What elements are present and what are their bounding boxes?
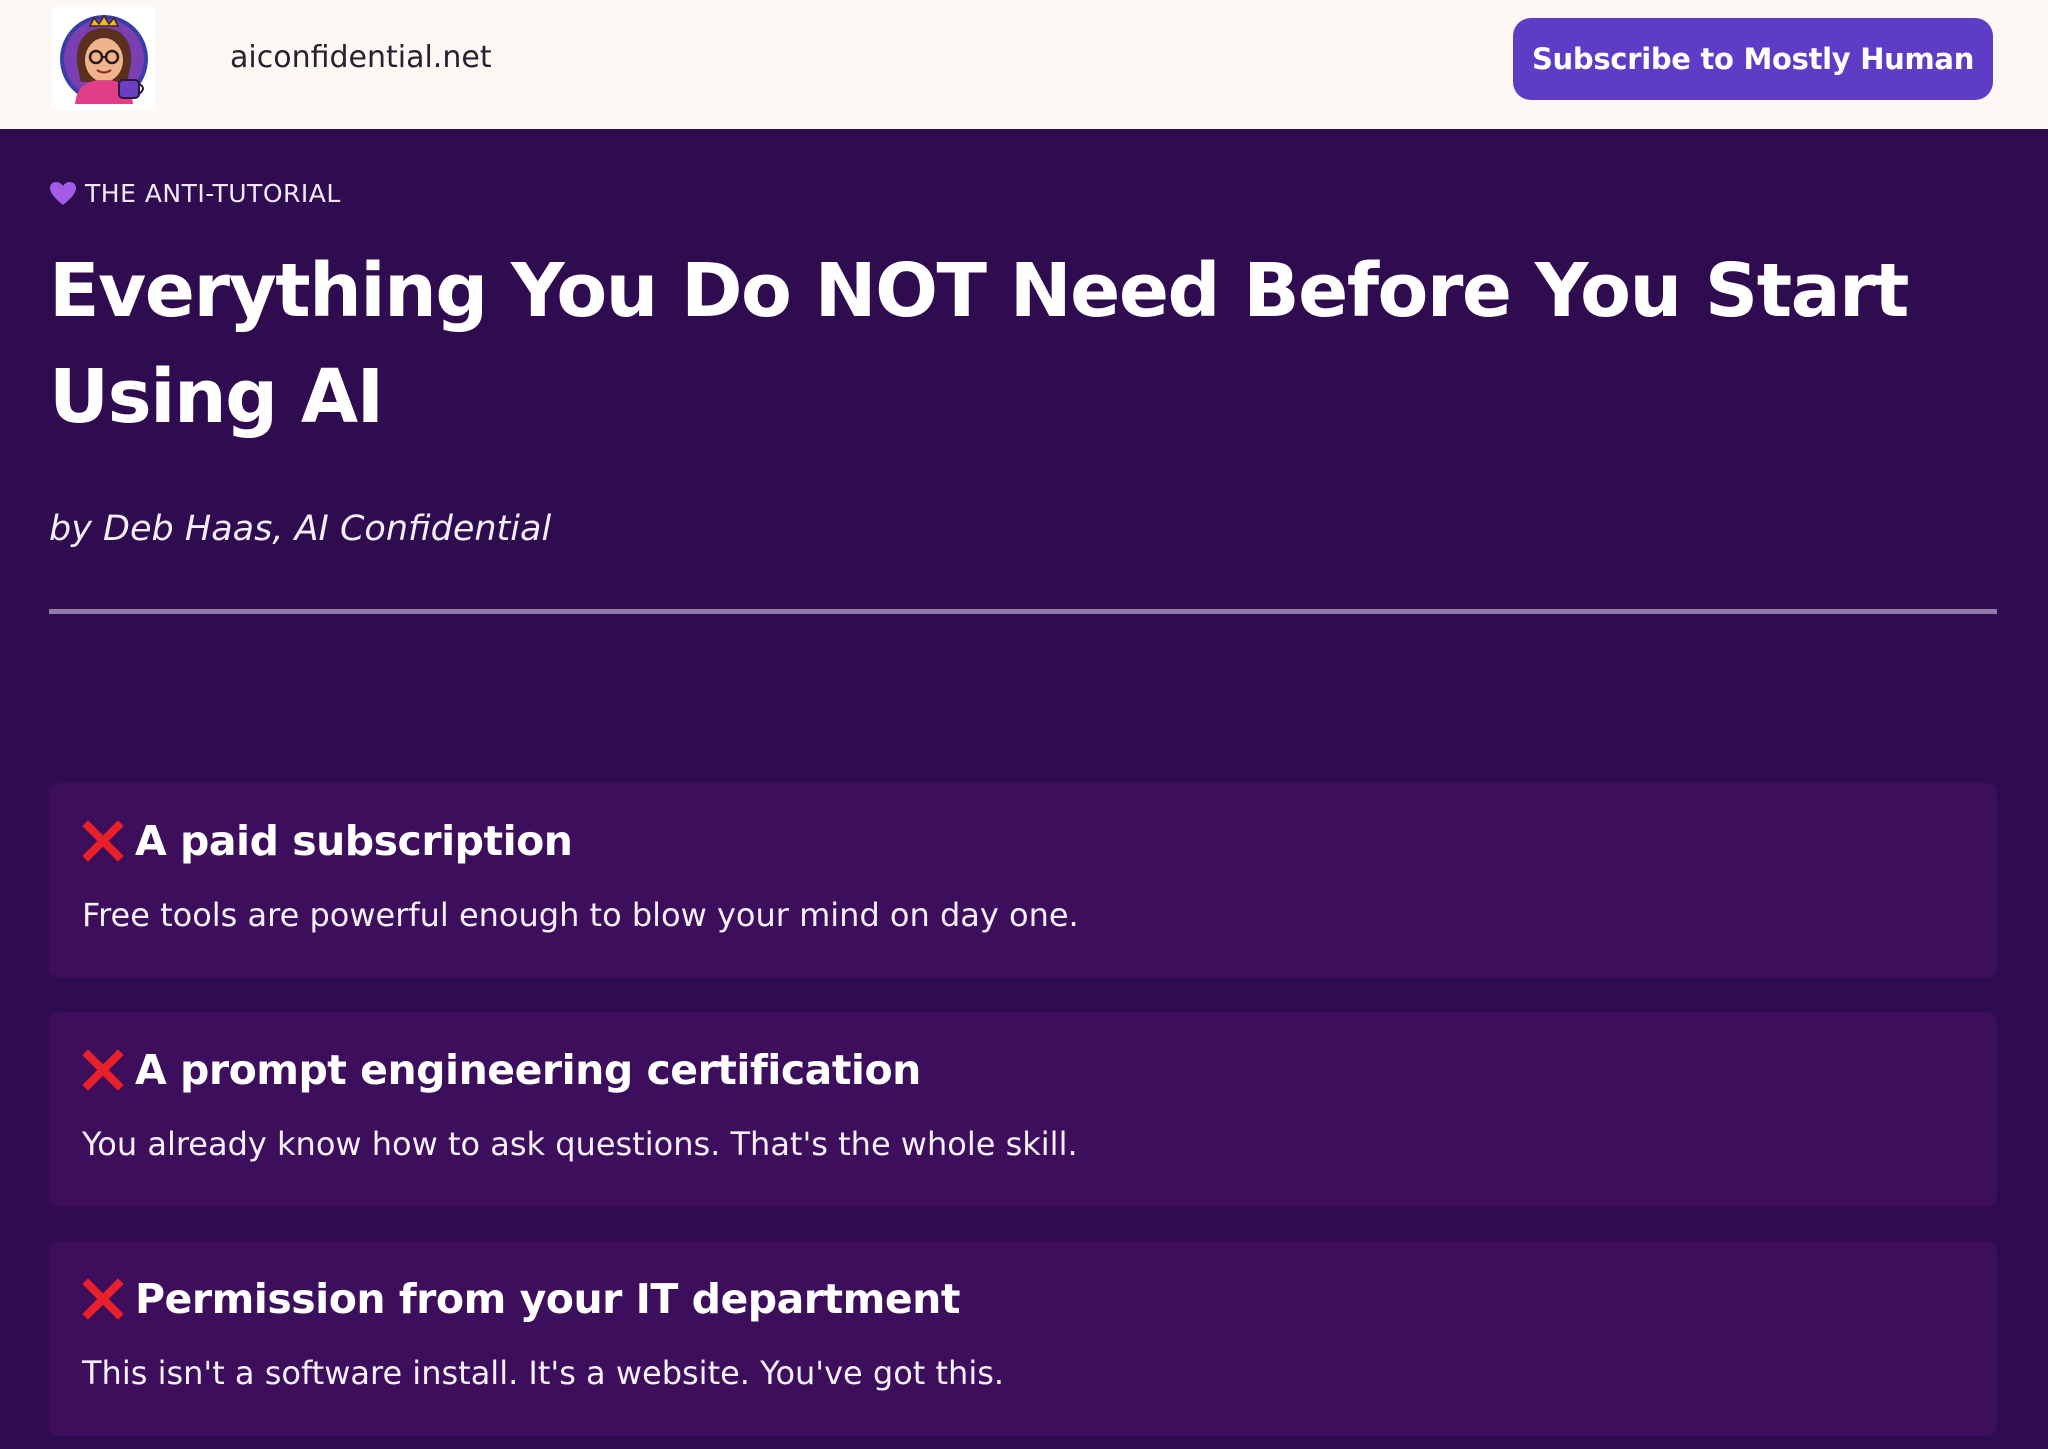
- site-header: aiconfidential.net Subscribe to Mostly H…: [0, 0, 2048, 129]
- red-x-icon: [82, 1049, 124, 1091]
- item-title: A paid subscription: [135, 817, 573, 865]
- eyebrow-text: THE ANTI-TUTORIAL: [85, 179, 341, 208]
- item-heading: A paid subscription: [82, 813, 573, 869]
- divider: [49, 609, 1997, 614]
- avatar-logo-icon: [59, 14, 148, 104]
- purple-heart-icon: [50, 181, 76, 205]
- item-heading: A prompt engineering certification: [82, 1042, 921, 1098]
- author-byline: by Deb Haas, AI Confidential: [49, 509, 552, 549]
- item-title: A prompt engineering certification: [135, 1046, 921, 1094]
- item-description: This isn't a software install. It's a we…: [82, 1354, 1005, 1392]
- list-item: Permission from your IT department This …: [49, 1241, 1997, 1436]
- item-description: You already know how to ask questions. T…: [82, 1125, 1078, 1163]
- site-logo[interactable]: [52, 7, 155, 110]
- item-heading: Permission from your IT department: [82, 1271, 960, 1327]
- page-title: Everything You Do NOT Need Before You St…: [49, 248, 1909, 440]
- red-x-icon: [82, 1278, 124, 1320]
- subscribe-button[interactable]: Subscribe to Mostly Human: [1513, 18, 1993, 100]
- site-domain-link[interactable]: aiconfidential.net: [230, 38, 492, 78]
- list-item: A paid subscription Free tools are power…: [49, 783, 1997, 978]
- list-item: A prompt engineering certification You a…: [49, 1012, 1997, 1207]
- eyebrow-label: THE ANTI-TUTORIAL: [49, 179, 341, 208]
- item-title: Permission from your IT department: [135, 1275, 960, 1323]
- item-description: Free tools are powerful enough to blow y…: [82, 896, 1079, 934]
- red-x-icon: [82, 820, 124, 862]
